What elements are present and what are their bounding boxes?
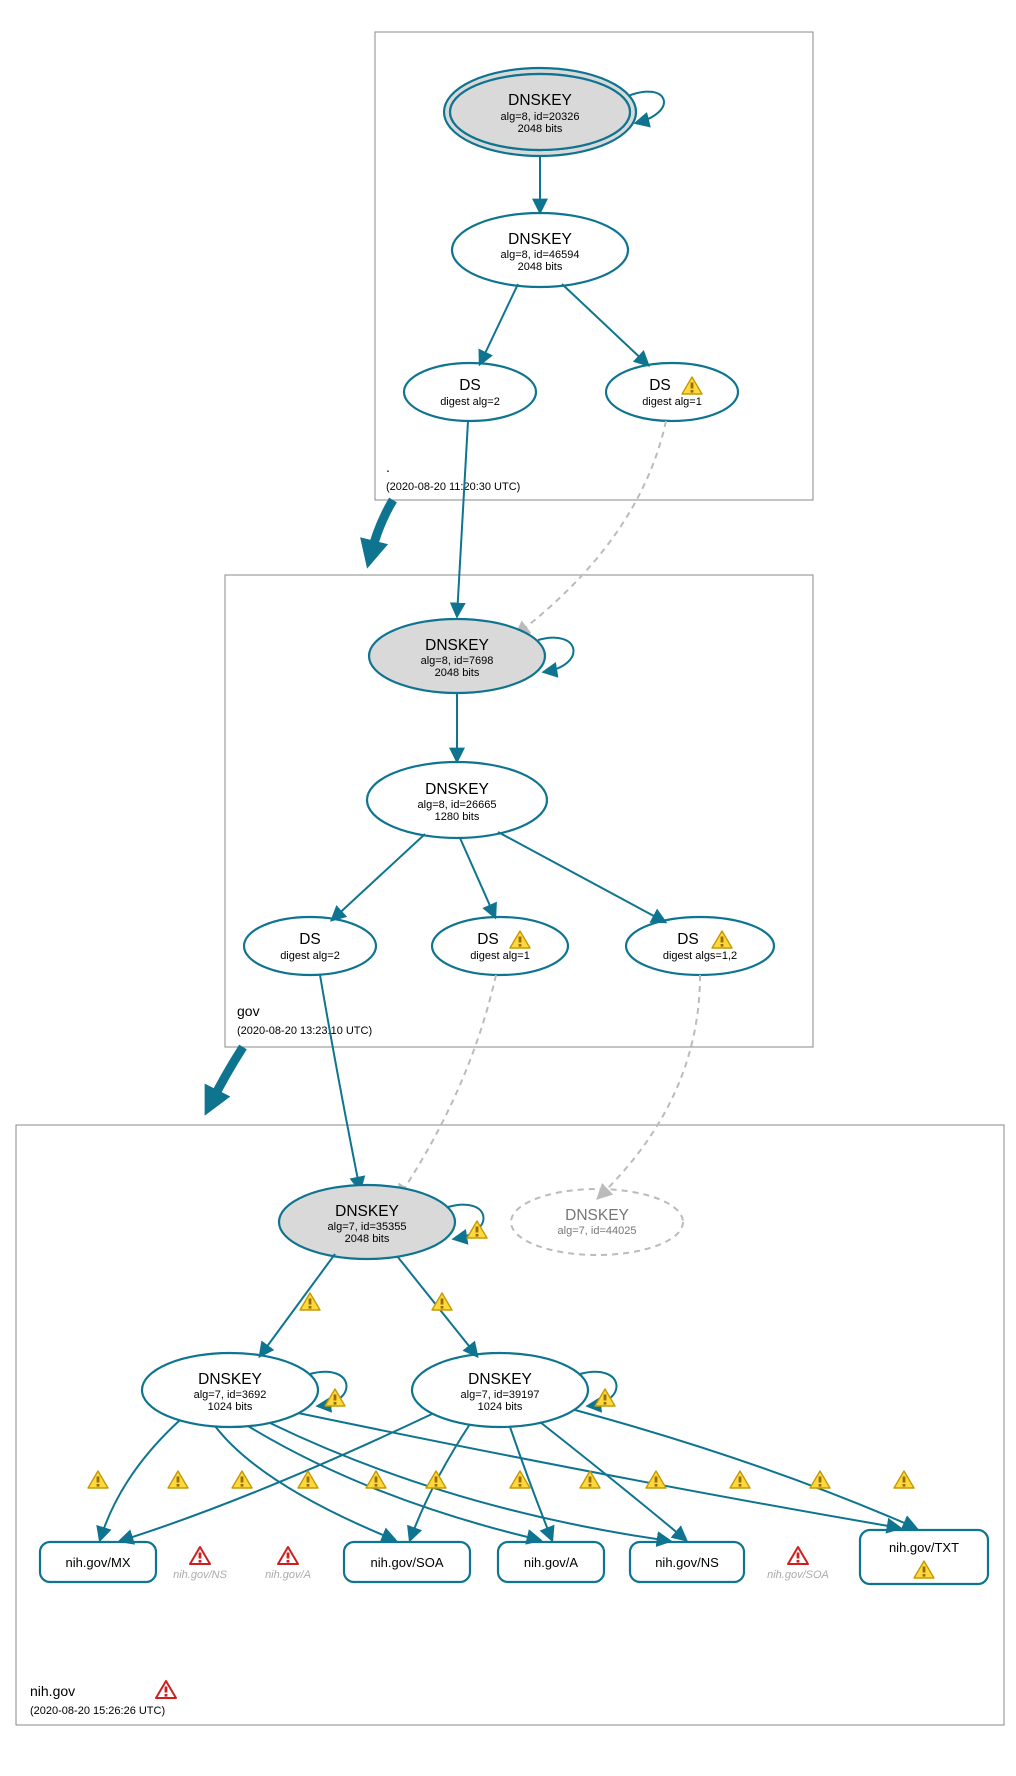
svg-text:nih.gov/A: nih.gov/A <box>265 1569 311 1581</box>
zone-nih-label: nih.gov <box>30 1683 75 1699</box>
node-nih-zsk2: DNSKEY alg=7, id=39197 1024 bits <box>412 1353 588 1427</box>
svg-text:alg=7, id=44025: alg=7, id=44025 <box>558 1225 637 1237</box>
warning-icon <box>810 1471 830 1488</box>
svg-text:alg=7, id=39197: alg=7, id=39197 <box>461 1389 540 1401</box>
zone-root: . (2020-08-20 11:20:30 UTC) DNSKEY alg=8… <box>375 32 813 500</box>
svg-text:DS: DS <box>459 377 481 394</box>
svg-text:nih.gov/NS: nih.gov/NS <box>173 1569 227 1581</box>
svg-text:alg=8, id=7698: alg=8, id=7698 <box>421 655 494 667</box>
svg-text:DS: DS <box>477 931 499 948</box>
error-icon <box>156 1681 176 1698</box>
warning-icon <box>426 1471 446 1488</box>
error-icon <box>190 1547 210 1564</box>
svg-text:1024 bits: 1024 bits <box>208 1401 253 1413</box>
zone-root-label: . <box>386 459 390 475</box>
svg-text:1024 bits: 1024 bits <box>478 1401 523 1413</box>
warning-icon <box>646 1471 666 1488</box>
svg-text:nih.gov/SOA: nih.gov/SOA <box>371 1555 444 1570</box>
svg-text:DNSKEY: DNSKEY <box>508 92 572 109</box>
svg-text:digest alg=1: digest alg=1 <box>470 950 530 962</box>
svg-text:alg=7, id=35355: alg=7, id=35355 <box>328 1221 407 1233</box>
warning-icon <box>300 1293 320 1310</box>
rr-mx: nih.gov/MX <box>40 1542 156 1582</box>
warning-icon <box>730 1471 750 1488</box>
ghost-rr-a: nih.gov/A <box>265 1547 311 1581</box>
node-nih-zsk1: DNSKEY alg=7, id=3692 1024 bits <box>142 1353 318 1427</box>
svg-text:nih.gov/NS: nih.gov/NS <box>655 1555 719 1570</box>
warning-icon <box>88 1471 108 1488</box>
rr-txt: nih.gov/TXT <box>860 1530 988 1584</box>
warning-icon <box>894 1471 914 1488</box>
svg-text:digest algs=1,2: digest algs=1,2 <box>663 950 737 962</box>
node-root-ds2: DS digest alg=2 <box>404 363 536 421</box>
svg-text:nih.gov/SOA: nih.gov/SOA <box>767 1569 829 1581</box>
svg-text:digest alg=2: digest alg=2 <box>440 396 500 408</box>
svg-text:DNSKEY: DNSKEY <box>198 1371 262 1388</box>
node-gov-ds12: DS digest algs=1,2 <box>626 917 774 975</box>
svg-text:1280 bits: 1280 bits <box>435 811 480 823</box>
zone-gov-ts: (2020-08-20 13:23:10 UTC) <box>237 1025 372 1037</box>
svg-text:DNSKEY: DNSKEY <box>425 781 489 798</box>
svg-text:2048 bits: 2048 bits <box>435 667 480 679</box>
svg-text:digest alg=1: digest alg=1 <box>642 396 702 408</box>
warning-icon <box>232 1471 252 1488</box>
svg-text:2048 bits: 2048 bits <box>518 123 563 135</box>
zone-gov-label: gov <box>237 1003 260 1019</box>
rr-soa: nih.gov/SOA <box>344 1542 470 1582</box>
svg-text:2048 bits: 2048 bits <box>345 1233 390 1245</box>
rr-a: nih.gov/A <box>498 1542 604 1582</box>
error-icon <box>278 1547 298 1564</box>
svg-text:alg=8, id=26665: alg=8, id=26665 <box>418 799 497 811</box>
svg-text:nih.gov/TXT: nih.gov/TXT <box>889 1540 959 1555</box>
zone-arrow-root-gov <box>370 500 393 557</box>
warning-icon <box>168 1471 188 1488</box>
warning-icon <box>366 1471 386 1488</box>
node-root-ds1: DS digest alg=1 <box>606 363 738 421</box>
warning-icon <box>432 1293 452 1310</box>
node-nih-ksk: DNSKEY alg=7, id=35355 2048 bits <box>279 1185 455 1259</box>
zone-root-ts: (2020-08-20 11:20:30 UTC) <box>386 481 520 493</box>
node-root-ksk: DNSKEY alg=8, id=20326 2048 bits <box>444 68 636 156</box>
node-gov-zsk: DNSKEY alg=8, id=26665 1280 bits <box>367 762 547 838</box>
node-nih-ghost: DNSKEY alg=7, id=44025 <box>511 1189 683 1255</box>
svg-text:DS: DS <box>677 931 699 948</box>
ghost-rr-ns: nih.gov/NS <box>173 1547 227 1581</box>
node-gov-ksk: DNSKEY alg=8, id=7698 2048 bits <box>369 619 545 693</box>
svg-text:nih.gov/A: nih.gov/A <box>524 1555 579 1570</box>
svg-text:digest alg=2: digest alg=2 <box>280 950 340 962</box>
svg-text:nih.gov/MX: nih.gov/MX <box>65 1555 130 1570</box>
node-gov-ds2: DS digest alg=2 <box>244 917 376 975</box>
zone-nih: nih.gov (2020-08-20 15:26:26 UTC) DNSKEY… <box>16 975 1004 1725</box>
svg-text:DS: DS <box>299 931 321 948</box>
zone-nih-ts: (2020-08-20 15:26:26 UTC) <box>30 1705 165 1717</box>
ghost-rr-soa: nih.gov/SOA <box>767 1547 829 1581</box>
warning-icon <box>467 1221 487 1238</box>
node-gov-ds1: DS digest alg=1 <box>432 917 568 975</box>
zone-arrow-gov-nih <box>210 1047 243 1105</box>
dnssec-diagram: . (2020-08-20 11:20:30 UTC) DNSKEY alg=8… <box>0 0 1016 1776</box>
svg-text:DNSKEY: DNSKEY <box>508 231 572 248</box>
svg-text:DNSKEY: DNSKEY <box>335 1203 399 1220</box>
error-icon <box>788 1547 808 1564</box>
svg-text:DS: DS <box>649 377 671 394</box>
svg-text:DNSKEY: DNSKEY <box>425 637 489 654</box>
svg-text:alg=7, id=3692: alg=7, id=3692 <box>194 1389 267 1401</box>
svg-text:alg=8, id=20326: alg=8, id=20326 <box>501 111 580 123</box>
svg-text:DNSKEY: DNSKEY <box>565 1207 629 1224</box>
rr-ns: nih.gov/NS <box>630 1542 744 1582</box>
svg-text:DNSKEY: DNSKEY <box>468 1371 532 1388</box>
svg-text:alg=8, id=46594: alg=8, id=46594 <box>501 249 580 261</box>
svg-text:2048 bits: 2048 bits <box>518 261 563 273</box>
node-root-zsk: DNSKEY alg=8, id=46594 2048 bits <box>452 213 628 287</box>
zone-gov: gov (2020-08-20 13:23:10 UTC) DNSKEY alg… <box>225 421 813 1047</box>
